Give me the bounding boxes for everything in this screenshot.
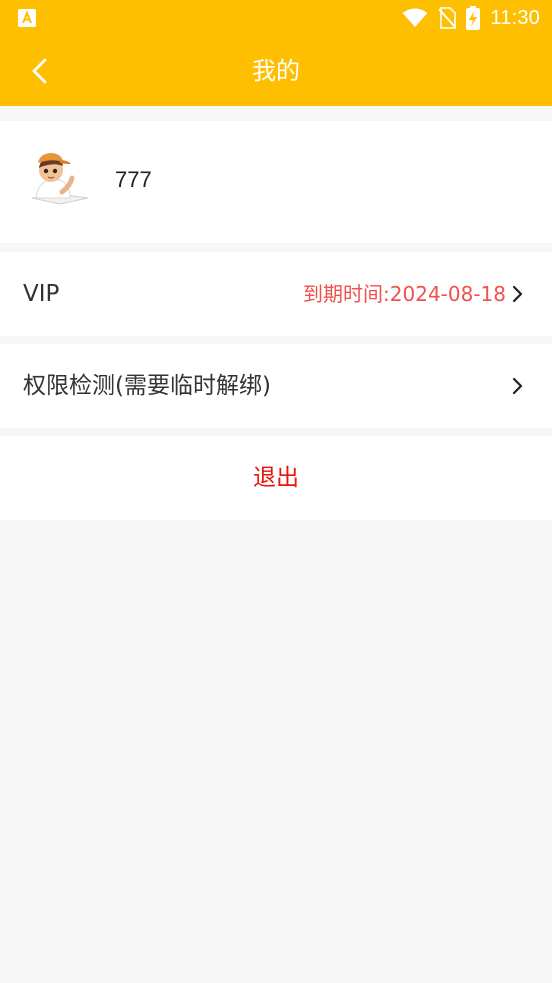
profile-card[interactable]: 777 bbox=[0, 121, 552, 243]
vip-label: VIP bbox=[23, 281, 60, 307]
battery-charging-icon bbox=[466, 6, 481, 30]
status-bar: 11:30 bbox=[0, 0, 552, 37]
chevron-right-icon bbox=[512, 377, 523, 395]
vip-row[interactable]: VIP 到期时间:2024-08-18 bbox=[0, 252, 552, 336]
logout-label: 退出 bbox=[253, 465, 299, 491]
no-sim-icon bbox=[438, 7, 457, 29]
permission-check-label: 权限检测(需要临时解绑) bbox=[23, 373, 271, 399]
page-title: 我的 bbox=[252, 57, 300, 85]
permission-check-row[interactable]: 权限检测(需要临时解绑) bbox=[0, 344, 552, 428]
vip-expiry-value: 到期时间:2024-08-18 bbox=[303, 282, 506, 306]
app-notification-icon bbox=[18, 9, 36, 27]
chevron-right-icon bbox=[512, 285, 523, 303]
status-time: 11:30 bbox=[490, 6, 540, 29]
avatar[interactable] bbox=[26, 148, 92, 214]
wifi-icon bbox=[402, 8, 428, 28]
username: 777 bbox=[115, 167, 152, 192]
status-icons: 11:30 bbox=[402, 6, 540, 30]
logout-button[interactable]: 退出 bbox=[0, 436, 552, 520]
app-header: 我的 bbox=[0, 37, 552, 106]
